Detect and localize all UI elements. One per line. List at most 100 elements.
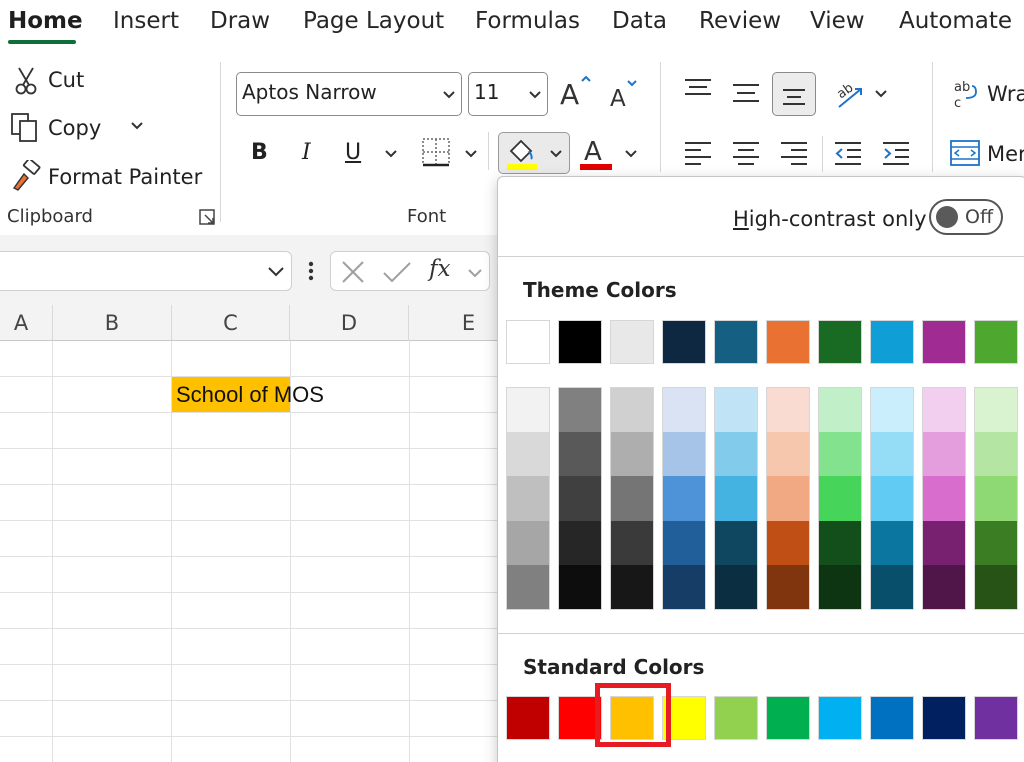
tab-insert[interactable]: Insert [113, 8, 179, 34]
text-orientation-icon[interactable]: ab [832, 76, 868, 112]
theme-shade-swatch[interactable] [871, 388, 913, 433]
standard-color-swatch[interactable] [870, 696, 914, 740]
theme-shade-swatch[interactable] [819, 520, 861, 565]
borders-dropdown-chevron-icon[interactable] [462, 146, 480, 162]
theme-color-swatch[interactable] [662, 320, 706, 364]
bold-button[interactable]: B [251, 140, 268, 165]
theme-shade-swatch[interactable] [559, 564, 601, 609]
standard-color-swatch[interactable] [506, 696, 550, 740]
theme-shade-swatch[interactable] [871, 432, 913, 477]
theme-shade-swatch[interactable] [715, 564, 757, 609]
theme-shade-swatch[interactable] [611, 476, 653, 521]
theme-shade-swatch[interactable] [715, 476, 757, 521]
theme-shade-swatch[interactable] [611, 432, 653, 477]
theme-shade-swatch[interactable] [819, 388, 861, 433]
decrease-indent-icon[interactable] [832, 138, 864, 168]
theme-shade-swatch[interactable] [663, 432, 705, 477]
theme-color-swatch[interactable] [610, 320, 654, 364]
theme-shade-swatch[interactable] [663, 564, 705, 609]
font-color-icon[interactable]: A [578, 134, 614, 174]
theme-shade-swatch[interactable] [975, 476, 1017, 521]
tab-automate[interactable]: Automate [899, 8, 1012, 34]
tab-view[interactable]: View [810, 8, 865, 34]
theme-shade-swatch[interactable] [663, 388, 705, 433]
theme-shade-swatch[interactable] [663, 476, 705, 521]
theme-shade-swatch[interactable] [559, 388, 601, 433]
align-right-icon[interactable] [778, 138, 810, 168]
copy-dropdown-chevron-icon[interactable] [128, 118, 146, 134]
theme-color-swatch[interactable] [974, 320, 1018, 364]
theme-shade-swatch[interactable] [923, 432, 965, 477]
theme-shade-swatch[interactable] [975, 432, 1017, 477]
high-contrast-toggle[interactable]: Off [929, 199, 1003, 235]
top-align-icon[interactable] [682, 74, 714, 104]
underline-dropdown-chevron-icon[interactable] [382, 146, 400, 162]
standard-color-swatch[interactable] [818, 696, 862, 740]
standard-color-swatch[interactable] [766, 696, 810, 740]
clipboard-dialog-launcher-icon[interactable] [198, 208, 216, 226]
align-left-icon[interactable] [682, 138, 714, 168]
theme-color-swatch[interactable] [818, 320, 862, 364]
middle-align-icon[interactable] [730, 78, 762, 108]
theme-shade-swatch[interactable] [559, 432, 601, 477]
theme-shade-swatch[interactable] [767, 388, 809, 433]
theme-shade-swatch[interactable] [975, 520, 1017, 565]
theme-shade-swatch[interactable] [507, 564, 549, 609]
cancel-icon[interactable] [339, 258, 367, 286]
theme-shade-swatch[interactable] [559, 476, 601, 521]
tab-page-layout[interactable]: Page Layout [303, 8, 444, 34]
theme-shade-swatch[interactable] [663, 520, 705, 565]
theme-shade-swatch[interactable] [507, 432, 549, 477]
font-family-select[interactable]: Aptos Narrow [236, 72, 462, 116]
theme-shade-swatch[interactable] [507, 476, 549, 521]
font-size-select[interactable]: 11 [468, 72, 548, 116]
more-options-icon[interactable] [306, 257, 316, 285]
theme-shade-swatch[interactable] [611, 388, 653, 433]
theme-shade-swatch[interactable] [871, 520, 913, 565]
cut-button[interactable]: Cut [48, 68, 84, 92]
theme-shade-swatch[interactable] [611, 520, 653, 565]
font-color-dropdown-chevron-icon[interactable] [622, 146, 640, 162]
chevron-down-icon[interactable] [467, 268, 483, 278]
theme-shade-swatch[interactable] [923, 476, 965, 521]
tab-data[interactable]: Data [612, 8, 667, 34]
theme-shade-swatch[interactable] [975, 388, 1017, 433]
standard-color-swatch[interactable] [974, 696, 1018, 740]
theme-shade-swatch[interactable] [819, 476, 861, 521]
italic-button[interactable]: I [302, 140, 311, 165]
theme-shade-swatch[interactable] [715, 388, 757, 433]
theme-shade-swatch[interactable] [923, 388, 965, 433]
insert-function-button[interactable]: fx [429, 256, 450, 282]
theme-shade-swatch[interactable] [715, 432, 757, 477]
theme-shade-swatch[interactable] [559, 520, 601, 565]
theme-color-swatch[interactable] [870, 320, 914, 364]
theme-shade-swatch[interactable] [923, 520, 965, 565]
theme-color-swatch[interactable] [506, 320, 550, 364]
theme-shade-swatch[interactable] [767, 520, 809, 565]
theme-shade-swatch[interactable] [507, 520, 549, 565]
copy-button[interactable]: Copy [48, 116, 101, 140]
fill-color-button[interactable] [498, 132, 570, 174]
tab-draw[interactable]: Draw [210, 8, 270, 34]
name-box[interactable] [0, 251, 292, 291]
wrap-text-button[interactable]: Wra [987, 82, 1024, 106]
theme-color-swatch[interactable] [714, 320, 758, 364]
theme-shade-swatch[interactable] [871, 476, 913, 521]
standard-color-swatch[interactable] [922, 696, 966, 740]
orientation-dropdown-chevron-icon[interactable] [872, 86, 890, 102]
theme-shade-swatch[interactable] [923, 564, 965, 609]
enter-check-icon[interactable] [381, 258, 413, 286]
theme-color-swatch[interactable] [558, 320, 602, 364]
column-header-a[interactable]: A [0, 305, 53, 341]
bottom-align-icon[interactable] [772, 72, 816, 116]
standard-color-swatch[interactable] [714, 696, 758, 740]
theme-shade-swatch[interactable] [871, 564, 913, 609]
theme-shade-swatch[interactable] [715, 520, 757, 565]
column-header-b[interactable]: B [53, 305, 172, 341]
underline-button[interactable]: U [345, 140, 361, 165]
theme-color-swatch[interactable] [922, 320, 966, 364]
increase-font-size-icon[interactable]: A [558, 72, 594, 112]
theme-shade-swatch[interactable] [507, 388, 549, 433]
theme-shade-swatch[interactable] [975, 564, 1017, 609]
theme-shade-swatch[interactable] [767, 432, 809, 477]
